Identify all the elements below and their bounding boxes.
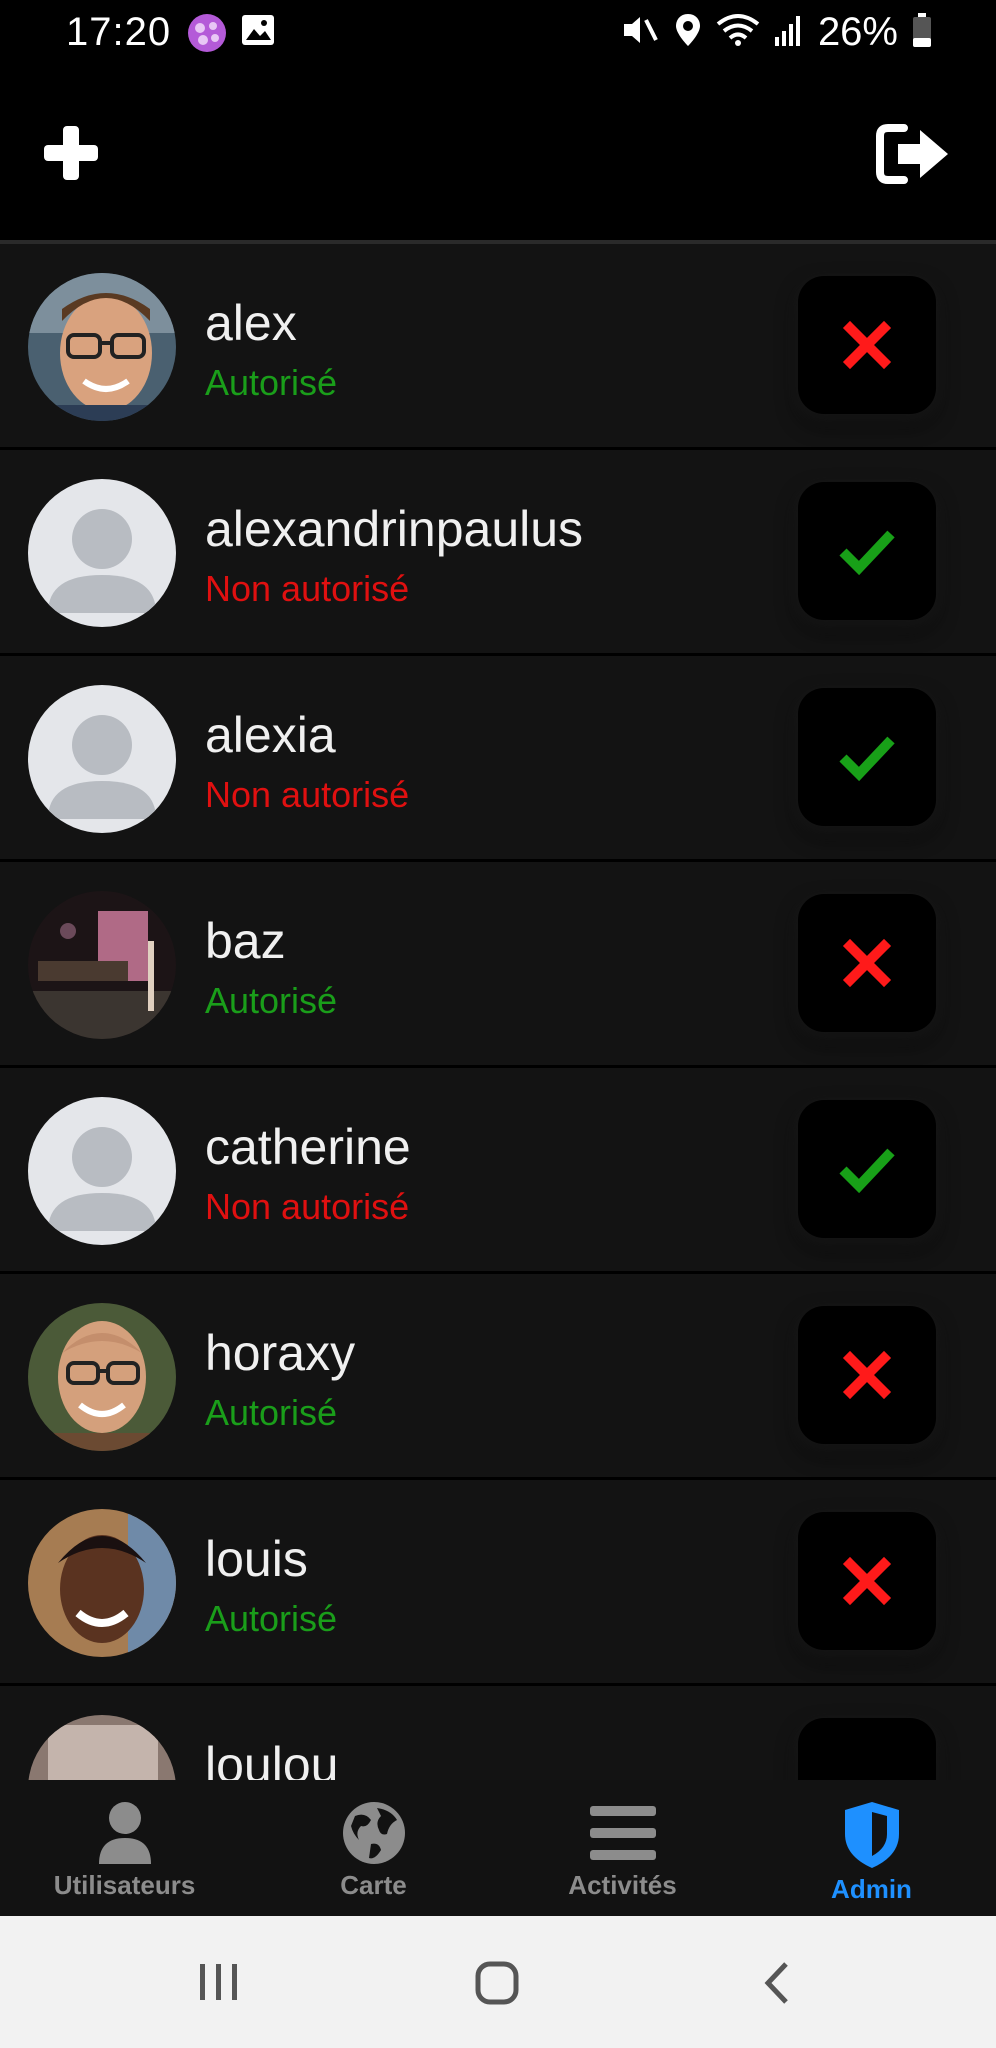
grant-access-button[interactable] xyxy=(798,482,936,620)
user-name: horaxy xyxy=(205,1325,356,1381)
nav-label: Activités xyxy=(568,1870,677,1900)
grant-access-button[interactable] xyxy=(798,688,936,826)
avatar xyxy=(28,479,176,627)
checkmark-icon xyxy=(839,1148,895,1194)
user-status: Non autorisé xyxy=(205,1186,410,1227)
user-row[interactable]: alexia Non autorisé xyxy=(0,656,996,862)
nav-item-activities[interactable]: Activités xyxy=(498,1780,747,1916)
nav-label: Admin xyxy=(831,1874,912,1904)
grant-access-button[interactable] xyxy=(798,1100,936,1238)
nav-item-admin[interactable]: Admin xyxy=(747,1780,996,1916)
avatar xyxy=(28,891,176,1039)
bottom-nav: Utilisateurs Carte Activités Admin xyxy=(0,1780,996,1916)
revoke-access-button[interactable] xyxy=(798,894,936,1032)
user-name: louis xyxy=(205,1531,308,1587)
avatar xyxy=(28,1509,176,1657)
app-notification-icon xyxy=(186,12,228,59)
toggle-access-button[interactable] xyxy=(798,1718,936,1780)
checkmark-icon xyxy=(839,736,895,782)
user-status: Autorisé xyxy=(205,362,338,403)
user-status: Non autorisé xyxy=(205,774,410,815)
recent-apps-icon[interactable] xyxy=(196,1960,242,2009)
revoke-access-button[interactable] xyxy=(798,276,936,414)
close-icon xyxy=(842,320,892,370)
top-app-bar xyxy=(0,70,996,240)
nav-item-users[interactable]: Utilisateurs xyxy=(0,1780,249,1916)
avatar xyxy=(28,273,176,421)
user-row[interactable]: horaxy Autorisé xyxy=(0,1274,996,1480)
battery-percent: 26% xyxy=(817,10,898,54)
plus-icon xyxy=(44,126,98,180)
back-icon[interactable] xyxy=(762,1960,792,2011)
user-status: Non autorisé xyxy=(205,568,410,609)
nav-label: Carte xyxy=(340,1870,407,1900)
user-row[interactable]: alexandrinpaulus Non autorisé xyxy=(0,450,996,656)
close-icon xyxy=(842,938,892,988)
gallery-icon xyxy=(240,12,276,53)
close-icon xyxy=(842,1556,892,1606)
nav-label: Utilisateurs xyxy=(53,1870,196,1900)
checkmark-icon xyxy=(839,530,895,576)
home-icon[interactable] xyxy=(474,1960,520,2011)
user-row[interactable]: louis Autorisé xyxy=(0,1480,996,1686)
location-icon xyxy=(674,12,702,53)
user-status: Autorisé xyxy=(205,980,338,1021)
signal-icon xyxy=(774,13,804,52)
user-row[interactable]: alex Autorisé xyxy=(0,244,996,450)
nav-item-map[interactable]: Carte xyxy=(249,1780,498,1916)
user-name: alexia xyxy=(205,707,336,763)
globe-icon xyxy=(342,1802,405,1864)
avatar xyxy=(28,1715,176,1780)
user-icon xyxy=(98,1802,151,1864)
user-row[interactable]: baz Autorisé xyxy=(0,862,996,1068)
user-name: alex xyxy=(205,295,297,351)
user-row[interactable]: catherine Non autorisé xyxy=(0,1068,996,1274)
user-name: loulou xyxy=(205,1737,339,1780)
close-icon xyxy=(842,1350,892,1400)
user-row[interactable]: loulou xyxy=(0,1686,996,1780)
status-bar: 17:20 26% xyxy=(0,0,996,70)
user-name: catherine xyxy=(205,1119,411,1175)
user-status: Autorisé xyxy=(205,1598,338,1639)
user-name: alexandrinpaulus xyxy=(205,501,584,557)
status-time: 17:20 xyxy=(66,10,172,54)
add-user-button[interactable] xyxy=(38,120,104,186)
revoke-access-button[interactable] xyxy=(798,1512,936,1650)
avatar xyxy=(28,1097,176,1245)
battery-icon xyxy=(912,12,932,53)
avatar xyxy=(28,1303,176,1451)
user-list[interactable]: alex Autorisé alexandrinpaulus Non autor… xyxy=(0,244,996,1780)
revoke-access-button[interactable] xyxy=(798,1306,936,1444)
wifi-icon xyxy=(716,12,760,53)
logout-icon xyxy=(876,124,948,184)
logout-button[interactable] xyxy=(874,122,952,186)
mute-icon xyxy=(620,12,660,53)
shield-icon xyxy=(844,1802,899,1868)
system-nav-bar xyxy=(0,1916,996,2048)
menu-icon xyxy=(589,1806,656,1860)
avatar xyxy=(28,685,176,833)
user-status: Autorisé xyxy=(205,1392,338,1433)
user-name: baz xyxy=(205,913,286,969)
